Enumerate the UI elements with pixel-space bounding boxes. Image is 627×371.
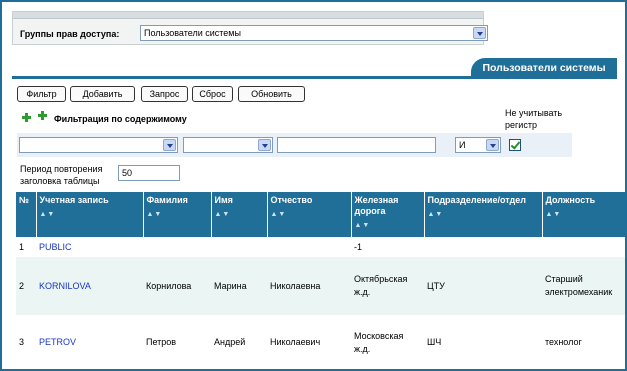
- cell-login: PUBLIC: [36, 237, 143, 257]
- panel-header-bar: [13, 12, 483, 19]
- col-header-login[interactable]: Учетная запись ▲▼: [36, 192, 144, 237]
- cell-last-name: Корнилова: [143, 257, 211, 315]
- users-table: № Учетная запись ▲▼ Фамилия ▲▼ Имя ▲▼ Отчес…: [16, 192, 625, 369]
- col-header-label: Железная дорога: [354, 195, 399, 216]
- filter-value-input[interactable]: [277, 137, 436, 153]
- cell-department: ЦТУ: [424, 257, 542, 315]
- period-label-line1: Период повторения: [20, 164, 103, 174]
- table-row: 2 KORNILOVA Корнилова Марина Николаевна …: [16, 257, 625, 315]
- access-group-panel: Группы прав доступа: Пользователи систем…: [12, 11, 488, 45]
- cell-last-name: Петров: [146, 337, 177, 347]
- access-group-label: Группы прав доступа:: [20, 29, 120, 39]
- login-link[interactable]: KORNILOVA: [39, 281, 91, 291]
- ignore-case-label: Не учитывать регистр: [505, 108, 563, 130]
- cell-num: 3: [19, 337, 25, 347]
- filter-title: Фильтрация по содержимому: [54, 114, 187, 124]
- tab-users[interactable]: Пользователи системы: [471, 58, 617, 78]
- sort-icon[interactable]: ▲▼: [215, 209, 264, 220]
- cell-railway: Московская ж.д.: [354, 330, 404, 354]
- cell-login: PETROV: [36, 315, 143, 369]
- col-header-middle-name[interactable]: Отчество ▲▼: [267, 192, 352, 237]
- cell-position: технолог: [545, 337, 582, 347]
- sort-icon[interactable]: ▲▼: [355, 220, 421, 231]
- col-header-railway[interactable]: Железная дорога ▲▼: [351, 192, 425, 237]
- cell-railway: Октябрьская ж.д.: [351, 257, 424, 315]
- period-label: Период повторения заголовка таблицы: [20, 163, 102, 187]
- cell-first-name: Марина: [211, 257, 267, 315]
- cell-first-name: [211, 237, 267, 257]
- cell-num: 2: [16, 257, 36, 315]
- col-header-label: Фамилия: [146, 195, 188, 205]
- window-frame: Группы прав доступа: Пользователи систем…: [0, 0, 627, 371]
- chevron-down-icon[interactable]: [258, 139, 271, 151]
- add-group-filter-icon[interactable]: [38, 111, 47, 120]
- cell-last-name: [143, 237, 211, 257]
- chevron-down-icon[interactable]: [473, 27, 486, 39]
- cell-num: 1: [19, 241, 25, 252]
- filter-button[interactable]: Фильтр: [17, 86, 66, 102]
- refresh-button[interactable]: Обновить: [238, 86, 305, 102]
- cell-middle-name: Николаевич: [270, 337, 321, 347]
- filter-operator-select[interactable]: И: [455, 137, 501, 153]
- cell-department: [424, 237, 542, 257]
- filter-field-select[interactable]: [19, 137, 178, 153]
- col-header-first-name[interactable]: Имя ▲▼: [211, 192, 268, 237]
- access-group-select[interactable]: Пользователи системы: [140, 25, 488, 41]
- reset-button[interactable]: Сброс: [192, 86, 233, 102]
- col-header-num: №: [16, 192, 37, 237]
- cell-login: KORNILOVA: [36, 257, 143, 315]
- sort-icon[interactable]: ▲▼: [40, 209, 140, 220]
- col-header-department[interactable]: Подразделение/отдел ▲▼: [424, 192, 543, 237]
- cell-position: [542, 237, 625, 257]
- cell-middle-name: [267, 237, 351, 257]
- filter-operator-value: И: [459, 140, 466, 150]
- chevron-down-icon[interactable]: [486, 139, 499, 151]
- chevron-down-icon[interactable]: [163, 139, 176, 151]
- cell-department: ШЧ: [427, 337, 442, 347]
- col-header-label: Учетная запись: [39, 195, 109, 205]
- ignore-case-checkbox[interactable]: [509, 139, 521, 151]
- cell-position: Старший электромеханик: [542, 257, 625, 315]
- col-header-label: №: [19, 195, 30, 205]
- add-button[interactable]: Добавить: [70, 86, 135, 102]
- col-header-label: Подразделение/отдел: [427, 195, 526, 205]
- sort-icon[interactable]: ▲▼: [428, 209, 539, 220]
- table-row: 1 PUBLIC -1: [16, 237, 625, 257]
- sort-icon[interactable]: ▲▼: [147, 209, 208, 220]
- col-header-position[interactable]: Должность ▲▼: [542, 192, 625, 237]
- cell-first-name: Андрей: [214, 337, 246, 347]
- sort-icon[interactable]: ▲▼: [271, 209, 348, 220]
- filter-condition-select[interactable]: [183, 137, 273, 153]
- tab-underline: [12, 76, 617, 79]
- period-label-line2: заголовка таблицы: [20, 176, 100, 186]
- col-header-last-name[interactable]: Фамилия ▲▼: [143, 192, 212, 237]
- login-link[interactable]: PETROV: [39, 337, 76, 347]
- col-header-label: Должность: [545, 195, 596, 205]
- cell-middle-name: Николаевна: [267, 257, 351, 315]
- col-header-label: Отчество: [270, 195, 313, 205]
- login-link[interactable]: PUBLIC: [39, 242, 72, 252]
- query-button[interactable]: Запрос: [141, 86, 188, 102]
- cell-railway: -1: [354, 241, 363, 252]
- period-input[interactable]: 50: [118, 165, 180, 181]
- sort-icon[interactable]: ▲▼: [546, 209, 625, 220]
- access-group-value: Пользователи системы: [144, 28, 241, 38]
- add-filter-icon[interactable]: [22, 113, 31, 122]
- table-header-row: № Учетная запись ▲▼ Фамилия ▲▼ Имя ▲▼ Отчес…: [16, 192, 625, 237]
- col-header-label: Имя: [214, 195, 233, 205]
- table-row: 3 PETROV Петров Андрей Николаевич Москов…: [16, 315, 625, 369]
